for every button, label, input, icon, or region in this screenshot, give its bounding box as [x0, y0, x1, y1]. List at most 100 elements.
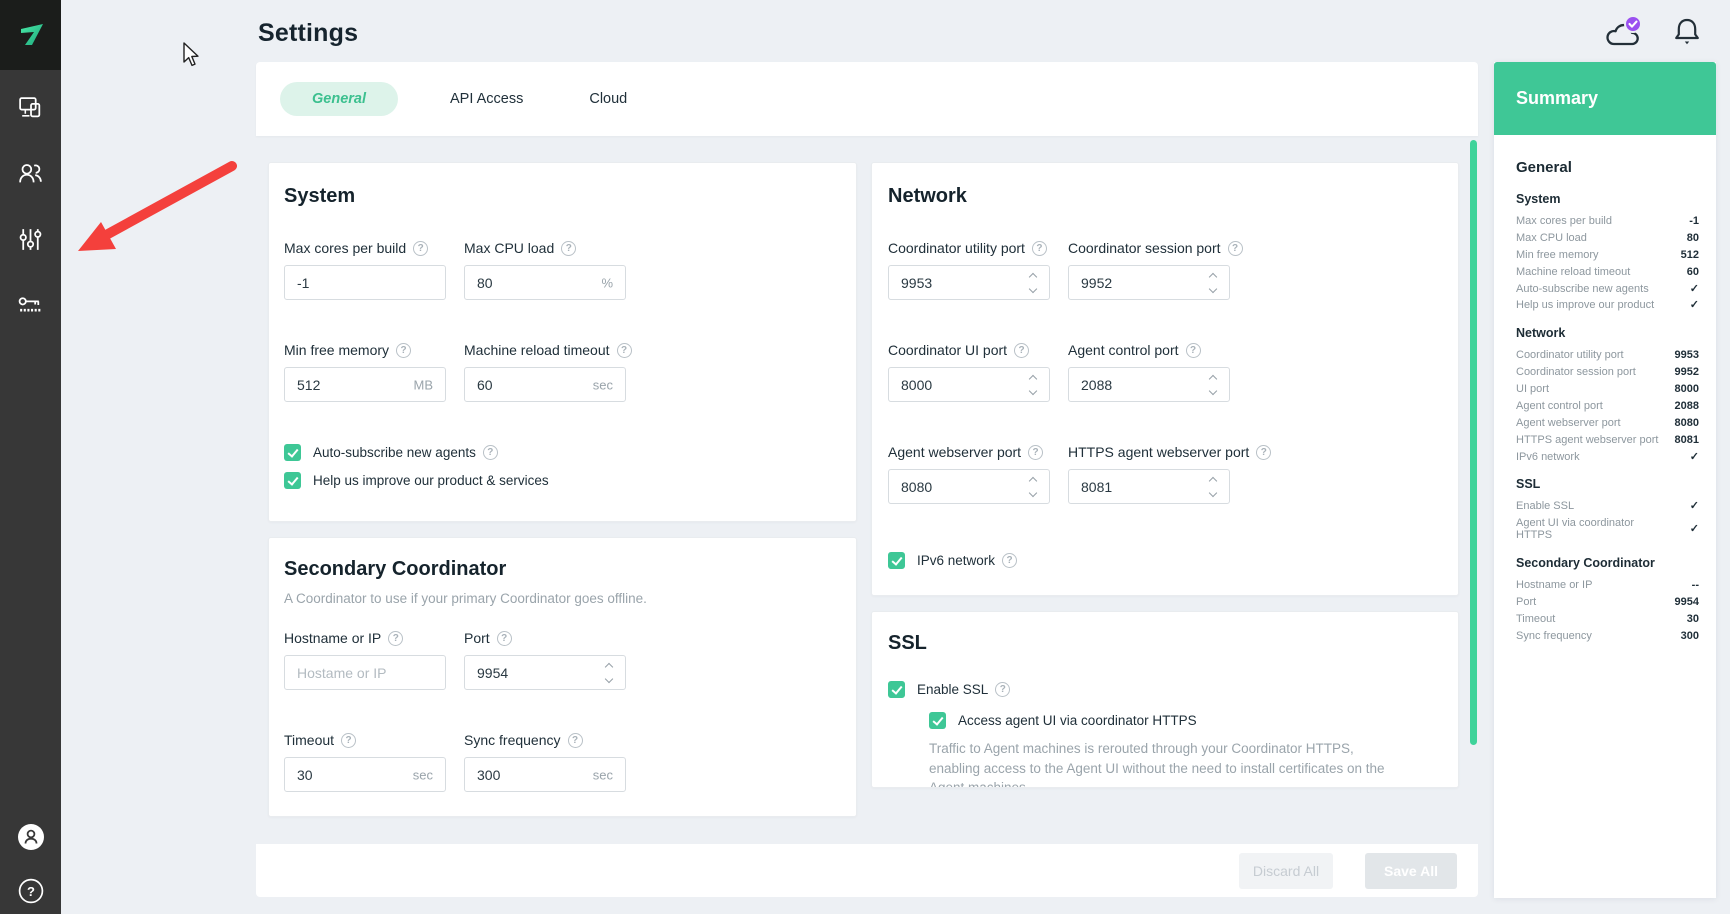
- checkbox-label: Access agent UI via coordinator HTTPS: [958, 713, 1197, 728]
- page-title: Settings: [258, 19, 358, 48]
- summary-row: Agent control port2088: [1516, 401, 1699, 413]
- save-all-button[interactable]: Save All: [1365, 853, 1457, 889]
- tab-cloud[interactable]: Cloud: [575, 83, 641, 115]
- field-machine-reload-timeout: Machine reload timeout sec: [464, 342, 626, 402]
- field-max-cpu-load: Max CPU load %: [464, 240, 626, 300]
- auto-subscribe-row: Auto-subscribe new agents: [284, 444, 841, 461]
- field-timeout: Timeout sec: [284, 732, 446, 792]
- machine-reload-timeout-input[interactable]: [465, 368, 625, 401]
- secondary-port-input[interactable]: [465, 656, 625, 689]
- field-label: Machine reload timeout: [464, 342, 610, 358]
- help-icon[interactable]: [1228, 241, 1243, 256]
- field-label: Agent webserver port: [888, 444, 1021, 460]
- coordinator-session-port-input[interactable]: [1069, 266, 1229, 299]
- number-stepper[interactable]: [1210, 478, 1216, 496]
- agent-control-port-input[interactable]: [1069, 368, 1229, 401]
- help-icon[interactable]: [1186, 343, 1201, 358]
- agent-ui-https-row: Access agent UI via coordinator HTTPS: [929, 712, 1442, 729]
- field-coordinator-ui-port: Coordinator UI port: [888, 342, 1050, 402]
- secondary-card-description: A Coordinator to use if your primary Coo…: [284, 591, 841, 606]
- help-icon[interactable]: [388, 631, 403, 646]
- help-icon[interactable]: [1014, 343, 1029, 358]
- summary-section-title: Network: [1516, 326, 1699, 340]
- help-icon[interactable]: [341, 733, 356, 748]
- app-logo[interactable]: [0, 0, 61, 70]
- number-stepper[interactable]: [606, 664, 612, 682]
- secondary-coordinator-card: Secondary Coordinator A Coordinator to u…: [268, 537, 857, 817]
- sidebar-item-settings[interactable]: [16, 224, 46, 254]
- field-min-free-memory: Min free memory MB: [284, 342, 446, 402]
- min-free-memory-input[interactable]: [285, 368, 445, 401]
- sidebar-item-agents[interactable]: [16, 92, 46, 122]
- tab-api-access[interactable]: API Access: [436, 83, 537, 115]
- settings-tabbar: General API Access Cloud: [256, 62, 1478, 136]
- sync-frequency-input[interactable]: [465, 758, 625, 791]
- max-cpu-load-input[interactable]: [465, 266, 625, 299]
- https-agent-webserver-port-input[interactable]: [1069, 470, 1229, 503]
- improve-product-row: Help us improve our product & services: [284, 472, 841, 489]
- content-scrollbar-thumb[interactable]: [1470, 140, 1477, 745]
- help-icon[interactable]: [995, 682, 1010, 697]
- help-button[interactable]: ?: [16, 876, 46, 906]
- agent-webserver-port-input[interactable]: [889, 470, 1049, 503]
- field-label: Max CPU load: [464, 240, 554, 256]
- field-label: Port: [464, 630, 490, 646]
- ssl-description: Traffic to Agent machines is rerouted th…: [929, 739, 1389, 788]
- mouse-cursor: [182, 42, 204, 68]
- summary-row: Agent UI via coordinator HTTPS✓: [1516, 518, 1699, 542]
- summary-row: Min free memory512: [1516, 250, 1699, 262]
- field-coordinator-utility-port: Coordinator utility port: [888, 240, 1050, 300]
- help-icon[interactable]: [568, 733, 583, 748]
- cloud-status-button[interactable]: [1602, 14, 1646, 59]
- help-icon[interactable]: [1028, 445, 1043, 460]
- coordinator-utility-port-input[interactable]: [889, 266, 1049, 299]
- enable-ssl-checkbox[interactable]: [888, 681, 905, 698]
- number-stepper[interactable]: [1210, 376, 1216, 394]
- system-card: System Max cores per build Max CPU load …: [268, 162, 857, 522]
- help-icon[interactable]: [1256, 445, 1271, 460]
- coordinator-ui-port-input[interactable]: [889, 368, 1049, 401]
- incredibuild-logo-icon: [15, 20, 47, 50]
- tab-general[interactable]: General: [280, 82, 398, 116]
- help-icon[interactable]: [396, 343, 411, 358]
- settings-sliders-icon: [17, 226, 44, 253]
- discard-all-button[interactable]: Discard All: [1239, 853, 1333, 889]
- agent-ui-https-checkbox[interactable]: [929, 712, 946, 729]
- improve-product-checkbox[interactable]: [284, 472, 301, 489]
- summary-row: Timeout30: [1516, 614, 1699, 626]
- users-icon: [17, 160, 44, 187]
- sidebar: ?: [0, 0, 61, 914]
- summary-row: Port9954: [1516, 597, 1699, 609]
- ipv6-checkbox[interactable]: [888, 552, 905, 569]
- help-icon[interactable]: [1032, 241, 1047, 256]
- summary-section-title: SSL: [1516, 477, 1699, 491]
- sidebar-item-users[interactable]: [16, 158, 46, 188]
- number-stepper[interactable]: [1030, 274, 1036, 292]
- field-https-agent-webserver-port: HTTPS agent webserver port: [1068, 444, 1230, 504]
- timeout-input[interactable]: [285, 758, 445, 791]
- help-icon[interactable]: [413, 241, 428, 256]
- number-stepper[interactable]: [1030, 478, 1036, 496]
- checkbox-label: Help us improve our product & services: [313, 473, 549, 488]
- summary-panel: Summary General System Max cores per bui…: [1494, 62, 1716, 898]
- ipv6-row: IPv6 network: [888, 552, 1442, 569]
- notification-bell-icon: [1670, 14, 1704, 52]
- summary-group-title: General: [1516, 159, 1699, 176]
- help-icon[interactable]: [617, 343, 632, 358]
- summary-row: Agent webserver port8080: [1516, 418, 1699, 430]
- number-stepper[interactable]: [1210, 274, 1216, 292]
- help-icon[interactable]: [497, 631, 512, 646]
- auto-subscribe-checkbox[interactable]: [284, 444, 301, 461]
- notifications-button[interactable]: [1670, 14, 1704, 57]
- number-stepper[interactable]: [1030, 376, 1036, 394]
- max-cores-input[interactable]: [285, 266, 445, 299]
- user-avatar-button[interactable]: [16, 822, 46, 852]
- field-label: Max cores per build: [284, 240, 406, 256]
- help-icon[interactable]: [561, 241, 576, 256]
- help-icon[interactable]: [483, 445, 498, 460]
- hostname-input[interactable]: [285, 656, 445, 689]
- field-agent-control-port: Agent control port: [1068, 342, 1230, 402]
- field-hostname-or-ip: Hostname or IP: [284, 630, 446, 690]
- sidebar-item-license[interactable]: [16, 290, 46, 320]
- help-icon[interactable]: [1002, 553, 1017, 568]
